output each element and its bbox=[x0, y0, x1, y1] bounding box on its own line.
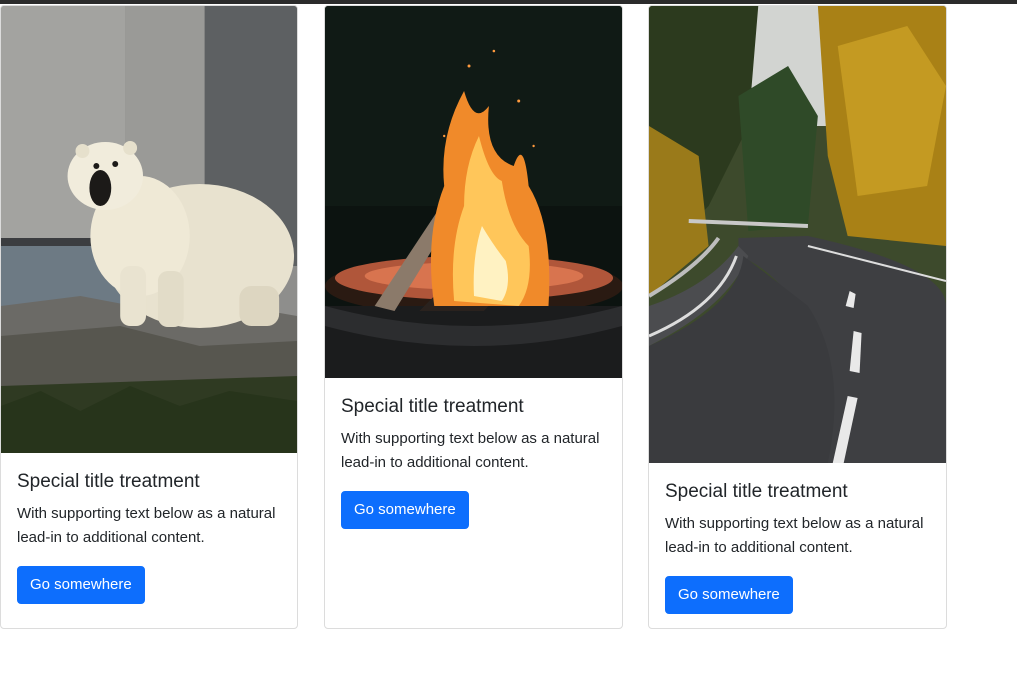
card-title: Special title treatment bbox=[17, 471, 200, 492]
card-title: Special title treatment bbox=[341, 396, 524, 417]
campfire-image bbox=[325, 6, 622, 378]
go-somewhere-button[interactable]: Go somewhere bbox=[17, 565, 145, 604]
card-forest-road: Special title treatment With supporting … bbox=[648, 5, 947, 629]
card-body: Special title treatment With supporting … bbox=[325, 378, 622, 529]
card-body: Special title treatment With supporting … bbox=[649, 463, 946, 614]
card-text: With supporting text below as a natural … bbox=[341, 429, 600, 471]
card-text: With supporting text below as a natural … bbox=[17, 504, 276, 546]
go-somewhere-button[interactable]: Go somewhere bbox=[341, 490, 469, 529]
card-title: Special title treatment bbox=[665, 481, 848, 502]
card-campfire: Special title treatment With supporting … bbox=[324, 5, 623, 629]
forest-road-image bbox=[649, 6, 946, 463]
browser-top-edge bbox=[0, 0, 1017, 4]
card-polar-bear: Special title treatment With supporting … bbox=[0, 5, 298, 629]
card-body: Special title treatment With supporting … bbox=[1, 453, 297, 604]
polar-bear-image bbox=[1, 6, 297, 453]
card-text: With supporting text below as a natural … bbox=[665, 514, 924, 556]
go-somewhere-button[interactable]: Go somewhere bbox=[665, 575, 793, 614]
